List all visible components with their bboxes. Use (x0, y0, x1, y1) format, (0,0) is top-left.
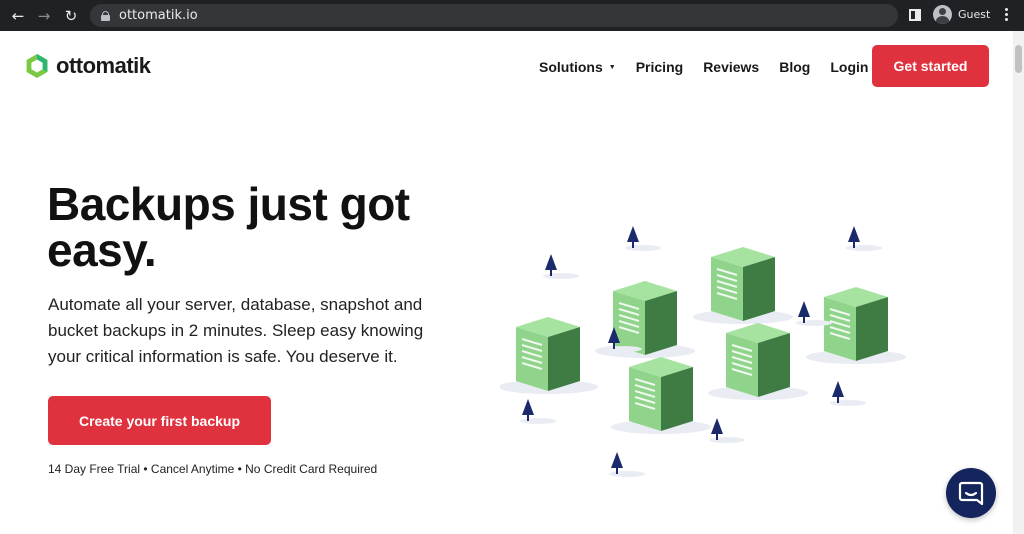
create-backup-button[interactable]: Create your first backup (48, 396, 271, 445)
scrollbar-thumb[interactable] (1015, 45, 1022, 73)
nav-blog[interactable]: Blog (779, 59, 810, 75)
hero-subtitle: Automate all your server, database, snap… (48, 295, 424, 366)
profile-label: Guest (958, 8, 991, 21)
page-scrollbar[interactable] (1013, 31, 1024, 534)
back-arrow-icon[interactable]: ← (8, 6, 28, 26)
caret-down-icon: ▼ (608, 63, 616, 71)
hero-title-line-1: Backups just got (47, 178, 410, 230)
lock-icon[interactable] (101, 10, 110, 21)
nav-login[interactable]: Login (830, 59, 868, 75)
logo[interactable]: ottomatik (24, 53, 151, 79)
servers-illustration (500, 226, 907, 477)
side-panel-icon[interactable] (909, 9, 921, 21)
nav-pricing[interactable]: Pricing (636, 59, 683, 75)
get-started-button[interactable]: Get started (872, 45, 989, 87)
hero-title: Backups just got easy. (47, 181, 487, 273)
reload-icon[interactable]: ↻ (61, 6, 81, 26)
logo-hexagon-icon (26, 54, 48, 78)
trial-note: 14 Day Free Trial • Cancel Anytime • No … (48, 462, 378, 476)
logo-text: ottomatik (56, 53, 151, 78)
browser-chrome: ← → ↻ ottomatik.io Guest (0, 0, 1024, 31)
menu-dots-icon[interactable] (1005, 8, 1009, 24)
nav-reviews[interactable]: Reviews (703, 59, 759, 75)
hero-title-line-2: easy. (47, 224, 157, 276)
chat-launcher-button[interactable] (946, 468, 996, 518)
address-bar[interactable]: ottomatik.io (90, 4, 898, 27)
forward-arrow-icon[interactable]: → (34, 6, 54, 26)
page-viewport: ottomatik Solutions ▼ Pricing Reviews Bl… (0, 31, 1024, 534)
profile-icon (933, 5, 952, 24)
chat-bubble-icon (958, 481, 984, 506)
nav-solutions-label: Solutions (539, 59, 603, 75)
main-nav: Solutions ▼ Pricing Reviews Blog Login (539, 59, 888, 75)
nav-solutions[interactable]: Solutions ▼ (539, 59, 616, 75)
profile-button[interactable]: Guest (933, 5, 990, 24)
url-text: ottomatik.io (119, 8, 198, 23)
